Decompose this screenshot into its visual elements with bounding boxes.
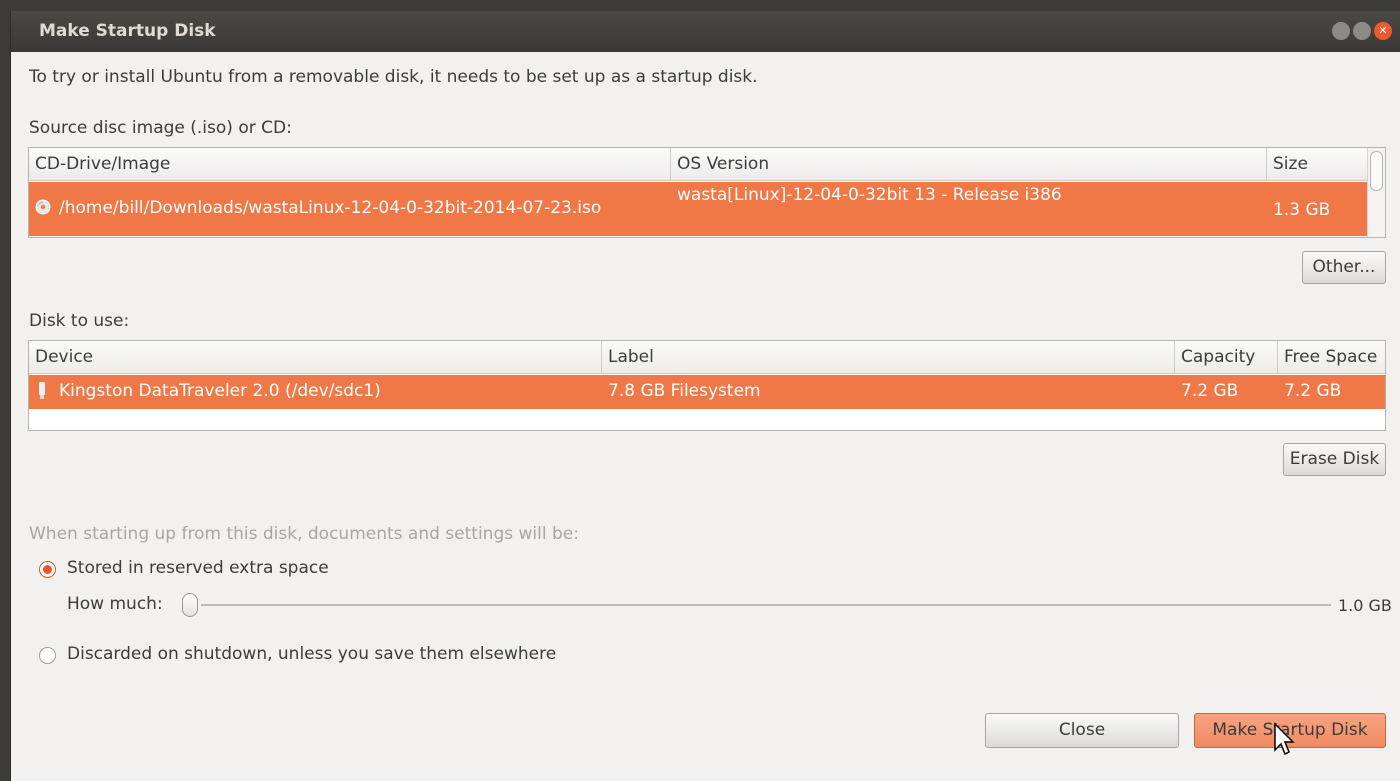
erase-disk-button[interactable]: Erase Disk: [1283, 443, 1386, 476]
disk-free-space: 7.2 GB: [1284, 381, 1342, 401]
column-header-capacity[interactable]: Capacity: [1175, 341, 1278, 374]
source-scrollbar[interactable]: [1367, 148, 1385, 237]
maximize-icon[interactable]: [1353, 22, 1371, 40]
make-startup-disk-window: Make Startup Disk ✕ To try or install Ub…: [10, 11, 1400, 781]
disk-filesystem-label: 7.8 GB Filesystem: [608, 381, 761, 401]
column-header-label[interactable]: Label: [602, 341, 1175, 374]
slider-value: 1.0 GB: [1338, 596, 1392, 615]
disk-row-selected[interactable]: Kingston DataTraveler 2.0 (/dev/sdc1) 7.…: [29, 375, 1385, 409]
title-bar[interactable]: Make Startup Disk ✕: [11, 11, 1400, 52]
close-window-icon[interactable]: ✕: [1374, 22, 1392, 40]
column-header-os-version[interactable]: OS Version: [671, 148, 1267, 181]
disk-label: Disk to use:: [29, 311, 130, 331]
column-header-size[interactable]: Size: [1267, 148, 1369, 181]
discarded-radio[interactable]: [39, 647, 56, 664]
disk-table-header: Device Label Capacity Free Space: [29, 341, 1385, 374]
stored-radio-label[interactable]: Stored in reserved extra space: [67, 558, 329, 578]
minimize-icon[interactable]: [1332, 22, 1350, 40]
column-header-free-space[interactable]: Free Space: [1278, 341, 1385, 374]
source-image-path: /home/bill/Downloads/wastaLinux-12-04-0-…: [59, 198, 602, 218]
source-table-header: CD-Drive/Image OS Version Size: [29, 148, 1385, 181]
space-slider-thumb[interactable]: [182, 593, 198, 617]
source-scrollbar-thumb[interactable]: [1370, 151, 1383, 191]
usb-drive-icon: [37, 382, 47, 405]
window-title: Make Startup Disk: [39, 21, 216, 41]
persistence-heading: When starting up from this disk, documen…: [29, 524, 579, 544]
disk-table[interactable]: Device Label Capacity Free Space Kingsto…: [28, 340, 1386, 431]
disk-capacity: 7.2 GB: [1181, 381, 1239, 401]
source-size: 1.3 GB: [1273, 200, 1331, 220]
other-button[interactable]: Other...: [1302, 251, 1386, 284]
source-row-selected[interactable]: /home/bill/Downloads/wastaLinux-12-04-0-…: [29, 182, 1369, 236]
close-button[interactable]: Close: [985, 713, 1179, 748]
discarded-radio-label[interactable]: Discarded on shutdown, unless you save t…: [67, 644, 556, 664]
mouse-pointer-icon: [1274, 722, 1295, 756]
disc-icon: [35, 199, 51, 220]
stored-radio[interactable]: [39, 561, 56, 578]
space-slider-track[interactable]: [201, 604, 1331, 606]
column-header-image[interactable]: CD-Drive/Image: [29, 148, 671, 181]
disk-device: Kingston DataTraveler 2.0 (/dev/sdc1): [59, 381, 381, 401]
source-os-version: wasta[Linux]-12-04-0-32bit 13 - Release …: [677, 185, 1062, 205]
how-much-label: How much:: [67, 594, 163, 614]
window-controls: ✕: [1332, 22, 1392, 40]
source-table[interactable]: CD-Drive/Image OS Version Size /home/bil…: [28, 147, 1386, 238]
intro-text: To try or install Ubuntu from a removabl…: [29, 67, 758, 87]
column-header-device[interactable]: Device: [29, 341, 602, 374]
source-label: Source disc image (.iso) or CD:: [29, 118, 292, 138]
